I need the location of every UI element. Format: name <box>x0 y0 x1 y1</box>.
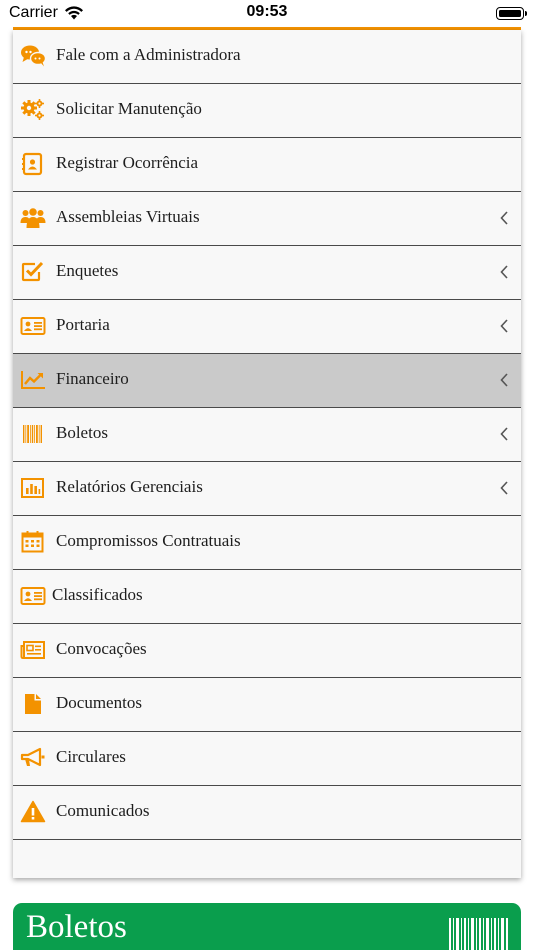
chat-bubbles-icon <box>21 45 46 67</box>
menu-item-fale-com-a-administradora[interactable]: Fale com a Administradora <box>13 30 521 84</box>
menu-item-boletos[interactable]: Boletos <box>13 408 521 462</box>
menu-item-documentos[interactable]: Documentos <box>13 678 521 732</box>
side-menu: Fale com a Administradora Solicitar Manu… <box>13 30 521 878</box>
chevron-left-icon <box>500 481 508 495</box>
chevron-left-icon <box>500 373 508 387</box>
status-bar: Carrier 09:53 <box>0 0 534 27</box>
megaphone-icon <box>20 747 45 767</box>
calendar-icon <box>21 531 44 553</box>
menu-item-label: Solicitar Manutenção <box>56 99 202 118</box>
status-time: 09:53 <box>246 3 288 20</box>
bar-chart-icon <box>21 478 44 498</box>
chevron-left-icon <box>500 211 508 225</box>
menu-item-label: Convocações <box>56 639 147 658</box>
menu-item-label: Classificados <box>52 585 143 604</box>
boletos-banner[interactable]: Boletos <box>13 903 521 950</box>
menu-item-label: Portaria <box>56 315 110 334</box>
menu-item-label: Boletos <box>56 423 108 442</box>
menu-item-convocacoes[interactable]: Convocações <box>13 624 521 678</box>
barcode-icon <box>23 425 42 443</box>
banner-title: Boletos <box>26 909 127 945</box>
id-card-icon <box>20 317 46 335</box>
newspaper-icon <box>20 641 45 659</box>
id-card-icon <box>20 587 46 605</box>
gears-icon <box>21 99 44 120</box>
menu-item-label: Compromissos Contratuais <box>56 531 241 550</box>
contact-book-icon <box>22 152 43 176</box>
menu-item-label: Assembleias Virtuais <box>56 207 200 226</box>
menu-item-label: Documentos <box>56 693 142 712</box>
line-chart-icon <box>21 371 45 389</box>
checkbox-icon <box>21 261 44 282</box>
warning-icon <box>20 800 46 823</box>
menu-item-relatorios-gerenciais[interactable]: Relatórios Gerenciais <box>13 462 521 516</box>
menu-item-portaria[interactable]: Portaria <box>13 300 521 354</box>
menu-item-label: Enquetes <box>56 261 119 280</box>
menu-item-compromissos-contratuais[interactable]: Compromissos Contratuais <box>13 516 521 570</box>
chevron-left-icon <box>500 427 508 441</box>
menu-item-label: Comunicados <box>56 801 150 820</box>
menu-item-circulares[interactable]: Circulares <box>13 732 521 786</box>
chevron-left-icon <box>500 265 508 279</box>
menu-item-label: Circulares <box>56 747 126 766</box>
menu-item-assembleias-virtuais[interactable]: Assembleias Virtuais <box>13 192 521 246</box>
menu-item-registrar-ocorrencia[interactable]: Registrar Ocorrência <box>13 138 521 192</box>
battery-icon <box>496 7 527 20</box>
users-group-icon <box>20 208 46 228</box>
menu-item-solicitar-manutencao[interactable]: Solicitar Manutenção <box>13 84 521 138</box>
menu-item-label: Fale com a Administradora <box>56 45 241 64</box>
menu-item-comunicados[interactable]: Comunicados <box>13 786 521 840</box>
document-icon <box>25 694 41 714</box>
menu-item-label: Registrar Ocorrência <box>56 153 199 172</box>
barcode-icon <box>449 918 508 950</box>
menu-item-enquetes[interactable]: Enquetes <box>13 246 521 300</box>
menu-item-financeiro[interactable]: Financeiro <box>13 354 521 408</box>
menu-item-classificados[interactable]: Classificados <box>13 570 521 624</box>
chevron-left-icon <box>500 319 508 333</box>
menu-item-label: Financeiro <box>56 369 129 388</box>
menu-item-label: Relatórios Gerenciais <box>56 477 203 496</box>
